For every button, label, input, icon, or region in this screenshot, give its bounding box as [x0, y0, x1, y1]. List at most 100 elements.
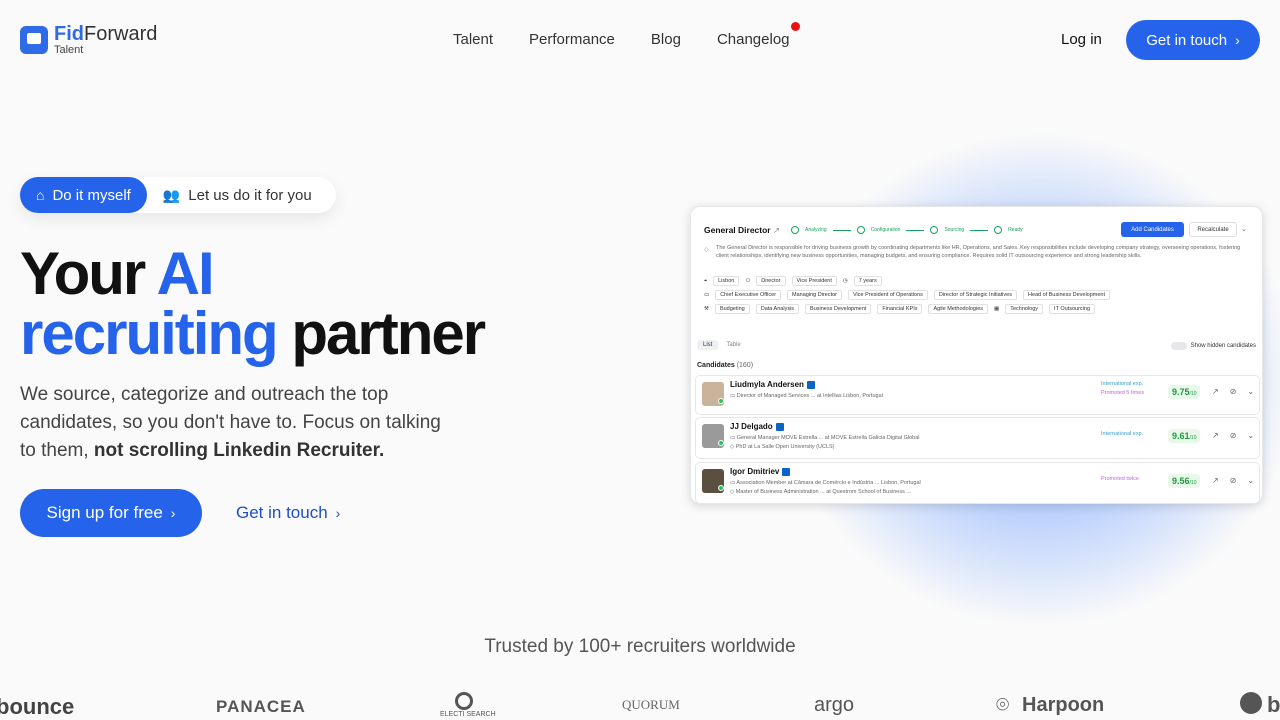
hero-get-in-touch-label: Get in touch: [236, 503, 328, 522]
logo-bounce: bounce: [0, 694, 75, 719]
candidate-education: ◇ PhD at La Salle Open University (UCLS): [730, 444, 835, 450]
candidate-education: ◇ Master of Business Administration ... …: [730, 489, 911, 495]
step-sourcing: Sourcing: [944, 227, 965, 233]
check-icon: [791, 226, 799, 234]
candidate-badges: International exp. Promoted 5 times: [1101, 381, 1144, 396]
nav-link-changelog[interactable]: Changelog: [717, 22, 800, 48]
hero-title: Your AI recruiting partner: [20, 244, 486, 367]
login-link[interactable]: Log in: [1061, 31, 1102, 48]
candidate-education-text: PhD at La Salle Open University (UCLS): [735, 444, 835, 450]
candidate-position: ▭ Director of Managed Services ... at In…: [730, 393, 883, 399]
toggle-do-it-myself[interactable]: ⌂ Do it myself: [20, 177, 147, 213]
title-ai: AI: [156, 240, 215, 307]
row-actions: ↗ ⊘ ⌄: [1212, 476, 1254, 485]
title-tag: Director of Strategic Initiatives: [933, 290, 1017, 300]
title-your: Your: [20, 240, 157, 307]
chevron-down-icon[interactable]: ⌄: [1247, 387, 1254, 396]
meta-level: Director: [756, 276, 786, 286]
toggle-let-us-label: Let us do it for you: [188, 186, 312, 204]
candidate-badges: International exp.: [1101, 431, 1143, 437]
logo-panacea: PANACEA: [216, 697, 306, 716]
sign-up-button[interactable]: Sign up for free ›: [20, 489, 202, 537]
linkedin-icon[interactable]: [782, 467, 791, 476]
notification-dot: [790, 22, 800, 31]
tab-table[interactable]: Table: [720, 340, 746, 350]
candidate-score: 9.75/10: [1168, 385, 1201, 399]
candidate-row[interactable]: JJ Delgado ▭ General Manager MOVE Estrel…: [695, 417, 1260, 459]
home-icon: ⌂: [36, 187, 45, 203]
badge-international: International exp.: [1101, 381, 1144, 387]
score-value: 9.56: [1172, 476, 1190, 486]
candidate-badges: Promoted twice: [1101, 476, 1139, 482]
building-icon: ▦: [994, 306, 1000, 312]
score-value: 9.75: [1172, 387, 1190, 397]
logo-b: b: [1267, 692, 1280, 717]
online-status-dot: [718, 485, 724, 491]
sign-up-label: Sign up for free: [46, 503, 163, 522]
candidate-name-line: Liudmyla Andersen: [730, 380, 815, 389]
chevron-down-icon[interactable]: ⌄: [1247, 476, 1254, 485]
chevron-down-icon[interactable]: ⌄: [1241, 225, 1247, 233]
subtitle-bold: not scrolling Linkedin Recruiter.: [93, 440, 385, 461]
candidate-row[interactable]: Igor Dmitriev ▭ Association Member at Câ…: [695, 462, 1260, 503]
product-preview-card: General Director ↗ Analyzing Configurati…: [690, 206, 1263, 504]
step-analyzing: Analyzing: [805, 227, 827, 233]
external-link-icon: ↗: [773, 225, 781, 235]
logo-argo: argo: [814, 694, 855, 716]
chat-bubble-icon: [20, 26, 48, 54]
brand-subtitle: Talent: [54, 44, 84, 56]
step-ready: Ready: [1008, 227, 1023, 233]
job-description: The General Director is responsible for …: [716, 245, 1241, 259]
toggle-switch[interactable]: [1170, 342, 1187, 350]
trusted-by-text: Trusted by 100+ recruiters worldwide: [484, 636, 796, 657]
title-tag: Managing Director: [787, 290, 842, 300]
title-tag: Chief Executive Officer: [715, 290, 782, 300]
title-partner: partner: [276, 300, 486, 367]
tab-list[interactable]: List: [697, 340, 719, 350]
industry-tag: IT Outsourcing: [1049, 304, 1096, 314]
title-tag: Head of Business Development: [1022, 290, 1111, 300]
open-icon[interactable]: ↗: [1212, 476, 1219, 485]
chevron-down-icon[interactable]: ⌄: [1247, 431, 1254, 440]
candidate-position: ▭ Association Member at Câmara de Comérc…: [730, 480, 921, 486]
step-connector: [832, 229, 851, 231]
candidate-score: 9.61/10: [1168, 429, 1201, 443]
row-actions: ↗ ⊘ ⌄: [1212, 431, 1254, 440]
hide-icon[interactable]: ⊘: [1230, 431, 1237, 440]
nav-link-blog[interactable]: Blog: [651, 31, 681, 48]
hide-icon[interactable]: ⊘: [1230, 476, 1237, 485]
recalculate-button[interactable]: Recalculate: [1189, 222, 1237, 237]
logo-b-circle-icon: [1240, 692, 1262, 714]
show-hidden-toggle[interactable]: Show hidden candidates: [1170, 342, 1256, 350]
main-menu: Talent Performance Blog Changelog: [453, 22, 800, 48]
meta-location: Lisbon: [713, 276, 740, 286]
brand-logo[interactable]: FidForward Talent: [20, 24, 157, 56]
client-logos: bounce PANACEA ELECTI SEARCH QUORUM argo…: [0, 686, 1280, 720]
candidate-name-line: JJ Delgado: [730, 422, 784, 431]
brand-text: FidForward Talent: [54, 24, 157, 56]
get-in-touch-button[interactable]: Get in touch ›: [1126, 20, 1260, 60]
toggle-let-us-do-it[interactable]: 👥 Let us do it for you: [147, 187, 312, 204]
badge-promoted: Promoted 5 times: [1101, 390, 1145, 396]
briefcase-icon: ▭: [704, 292, 710, 298]
candidates-count: (160): [736, 362, 754, 369]
step-configuration: Configuration: [870, 227, 901, 233]
brand-name-rest: Forward: [84, 23, 158, 45]
badge-promoted: Promoted twice: [1101, 476, 1139, 482]
online-status-dot: [718, 440, 724, 446]
hide-icon[interactable]: ⊘: [1230, 387, 1237, 396]
candidate-position-text: Director of Managed Services ... at Inte…: [736, 393, 883, 399]
candidate-row[interactable]: Liudmyla Andersen ▭ Director of Managed …: [695, 375, 1260, 415]
open-icon[interactable]: ↗: [1212, 431, 1219, 440]
candidate-name: Igor Dmitriev: [730, 467, 780, 476]
nav-link-talent[interactable]: Talent: [453, 31, 493, 48]
score-value: 9.61: [1172, 431, 1190, 441]
meta-level-2: Vice President: [791, 276, 837, 286]
hero-get-in-touch-link[interactable]: Get in touch ›: [236, 503, 340, 523]
nav-link-performance[interactable]: Performance: [529, 31, 615, 48]
chevron-right-icon: ›: [1235, 32, 1240, 48]
linkedin-icon[interactable]: [806, 380, 815, 389]
open-icon[interactable]: ↗: [1212, 387, 1219, 396]
add-candidates-button[interactable]: Add Candidates: [1121, 222, 1184, 237]
linkedin-icon[interactable]: [775, 422, 784, 431]
